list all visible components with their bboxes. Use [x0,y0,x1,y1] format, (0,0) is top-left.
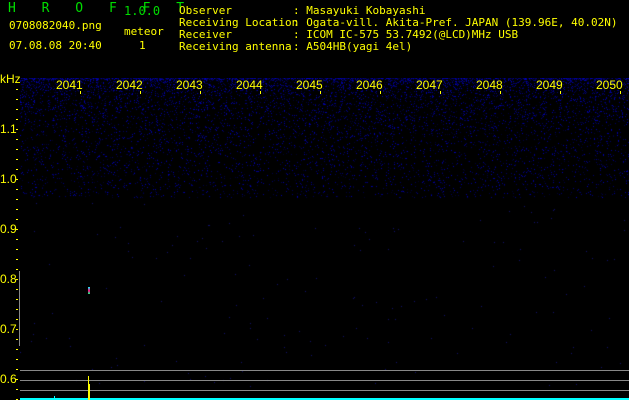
level-line [20,390,629,391]
y-tick-label: 0.7 [0,322,17,336]
y-tick [16,259,18,260]
y-tick [16,229,18,230]
spectrogram-area [20,78,629,400]
meteor-label: meteor [124,25,164,38]
signal-spike [54,396,55,400]
y-tick [16,379,18,380]
y-tick [16,339,18,340]
x-tick [440,91,441,94]
y-tick [16,149,18,150]
x-tick [560,91,561,94]
x-tick [620,91,621,94]
y-tick [16,199,18,200]
vertical-marker [19,271,20,346]
meteor-echo [88,287,90,294]
x-tick [140,91,141,94]
x-tick-label: 2044 [236,78,263,92]
info-value: : A504HB(yagi 4el) [293,40,413,53]
y-tick [16,129,18,130]
y-tick [16,99,18,100]
x-tick-label: 2047 [416,78,443,92]
level-line [20,370,629,371]
y-tick [16,219,18,220]
y-tick [16,369,18,370]
x-tick-label: 2041 [56,78,83,92]
y-tick [16,139,18,140]
x-tick-label: 2042 [116,78,143,92]
meteor-count: 1 [139,39,146,52]
y-tick [16,159,18,160]
x-tick-label: 2049 [536,78,563,92]
y-tick [16,239,18,240]
x-tick-label: 2043 [176,78,203,92]
app-title: H R O F F T [8,1,194,16]
x-tick [320,91,321,94]
y-tick [16,279,18,280]
y-tick [16,269,18,270]
signal-spike [89,384,90,400]
y-tick-label: 0.8 [0,272,17,286]
info-key: Receiving antenna [179,40,292,53]
app-version: 1.0.0 [124,4,161,18]
y-tick [16,249,18,250]
file-name: 0708082040.png [9,19,102,32]
y-tick [16,189,18,190]
hrofft-spectrogram-window: H R O F F T 1.0.0 0708082040.png 07.08.0… [0,0,629,400]
x-tick [80,91,81,94]
x-tick [200,91,201,94]
file-datetime: 07.08.08 20:40 [9,39,102,52]
y-tick [16,179,18,180]
y-tick [16,319,18,320]
y-tick [16,119,18,120]
x-tick-label: 2048 [476,78,503,92]
y-tick [16,289,18,290]
y-tick-label: 1.0 [0,172,17,186]
y-tick [16,349,18,350]
y-tick-label: 0.6 [0,372,17,386]
y-axis-unit: kHz [0,72,21,86]
y-tick [16,359,18,360]
x-tick-label: 2045 [296,78,323,92]
x-tick [500,91,501,94]
x-tick [380,91,381,94]
y-tick [16,109,18,110]
y-tick [16,389,18,390]
y-tick [16,169,18,170]
x-tick-label: 2050 [596,78,623,92]
y-tick [16,309,18,310]
x-tick-label: 2046 [356,78,383,92]
y-tick [16,329,18,330]
y-tick [16,299,18,300]
y-tick [16,209,18,210]
y-tick-label: 1.1 [0,122,17,136]
y-tick-label: 0.9 [0,222,17,236]
x-tick [260,91,261,94]
level-line [20,380,629,381]
y-tick [16,89,18,90]
